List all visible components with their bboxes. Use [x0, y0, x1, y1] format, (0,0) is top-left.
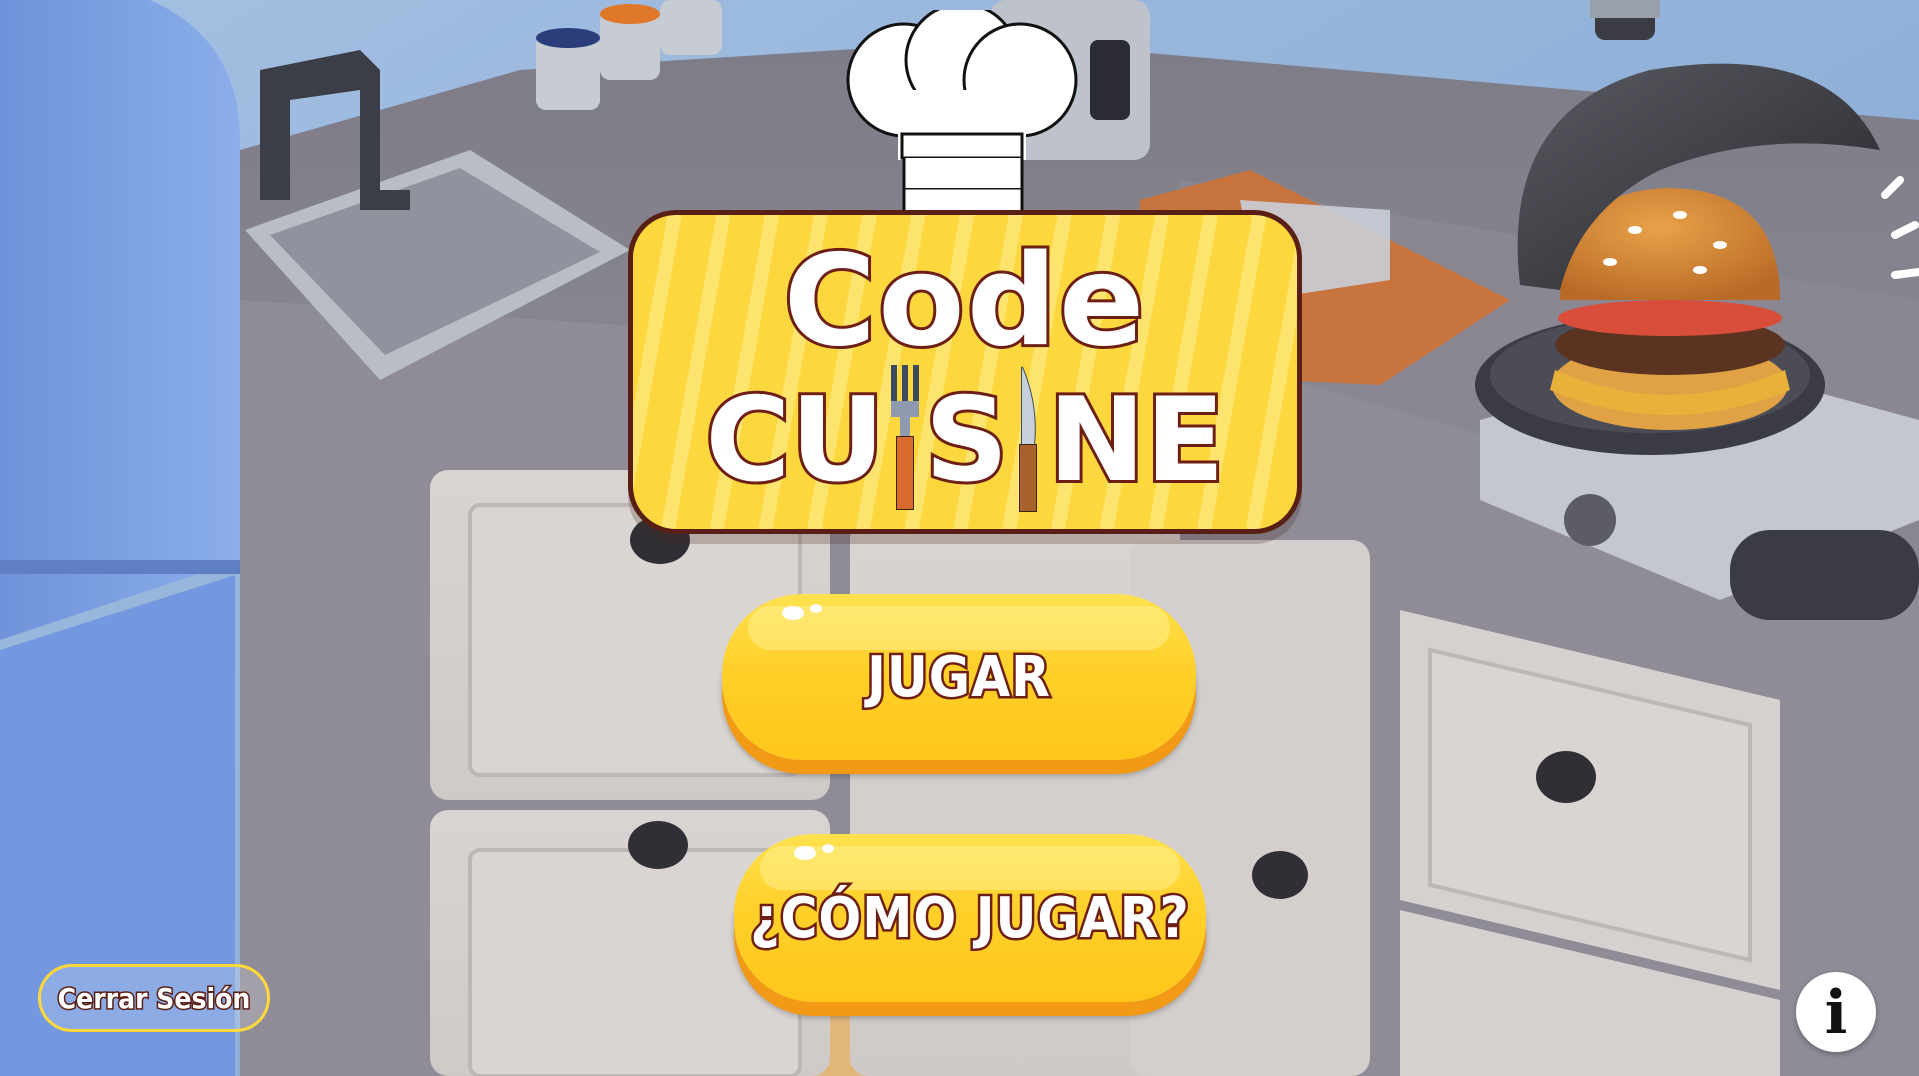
fork-icon — [885, 365, 925, 515]
logo-title-code: Code — [781, 224, 1148, 377]
info-icon[interactable]: i — [1796, 972, 1876, 1052]
logo-plate: Code CU S NE — [628, 210, 1302, 534]
logout-button[interactable]: Cerrar Sesión — [38, 964, 270, 1032]
how-to-play-button[interactable]: ¿CÓMO JUGAR? — [734, 834, 1206, 1002]
play-button[interactable]: JUGAR — [722, 594, 1196, 760]
knife-icon — [1008, 365, 1048, 515]
logo-title-cuisine: CU S NE — [633, 365, 1297, 515]
logo-text-ne: NE — [1045, 370, 1227, 511]
chef-hat-icon — [846, 10, 1078, 210]
how-to-play-button-label: ¿CÓMO JUGAR? — [748, 883, 1192, 953]
game-logo: Code CU S NE — [620, 0, 1302, 540]
logo-text-s: S — [922, 370, 1012, 511]
logo-text-cu: CU — [702, 370, 887, 511]
play-button-label: JUGAR — [865, 642, 1053, 712]
